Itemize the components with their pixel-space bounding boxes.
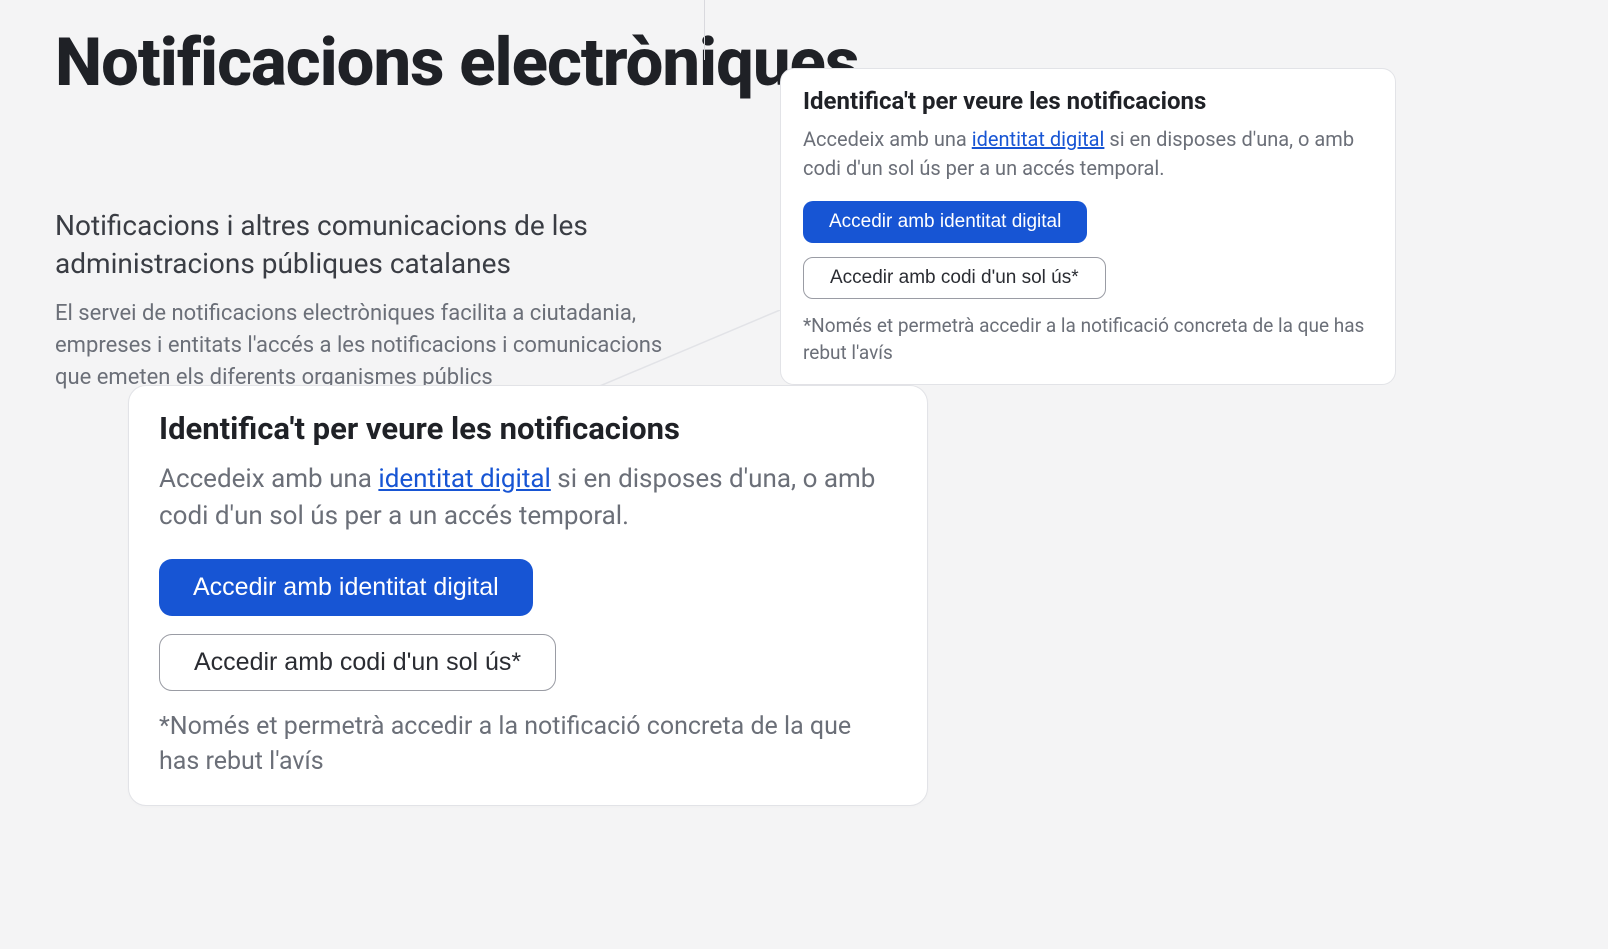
- card-description: Accedeix amb una identitat digital si en…: [159, 461, 897, 535]
- access-digital-identity-button[interactable]: Accedir amb identitat digital: [159, 559, 533, 616]
- identify-card-large: Identifica't per veure les notificacions…: [128, 385, 928, 806]
- card-desc-prefix: Accedeix amb una: [803, 127, 972, 151]
- access-digital-identity-button[interactable]: Accedir amb identitat digital: [803, 201, 1087, 243]
- access-single-use-code-button[interactable]: Accedir amb codi d'un sol ús*: [159, 634, 556, 691]
- page-description: El servei de notificacions electròniques…: [55, 298, 695, 394]
- identity-link[interactable]: identitat digital: [972, 127, 1105, 151]
- card-note: *Només et permetrà accedir a la notifica…: [803, 313, 1373, 366]
- divider: [704, 0, 705, 60]
- card-description: Accedeix amb una identitat digital si en…: [803, 125, 1373, 183]
- card-desc-prefix: Accedeix amb una: [159, 464, 378, 494]
- card-note: *Només et permetrà accedir a la notifica…: [159, 709, 897, 779]
- access-single-use-code-button[interactable]: Accedir amb codi d'un sol ús*: [803, 257, 1106, 299]
- card-title: Identifica't per veure les notificacions: [803, 87, 1373, 115]
- page-title: Notificacions electròniques: [55, 26, 858, 101]
- identify-card-small: Identifica't per veure les notificacions…: [780, 68, 1396, 385]
- identity-link[interactable]: identitat digital: [378, 464, 550, 494]
- card-title: Identifica't per veure les notificacions: [159, 410, 897, 447]
- page-subtitle: Notificacions i altres comunicacions de …: [55, 207, 695, 283]
